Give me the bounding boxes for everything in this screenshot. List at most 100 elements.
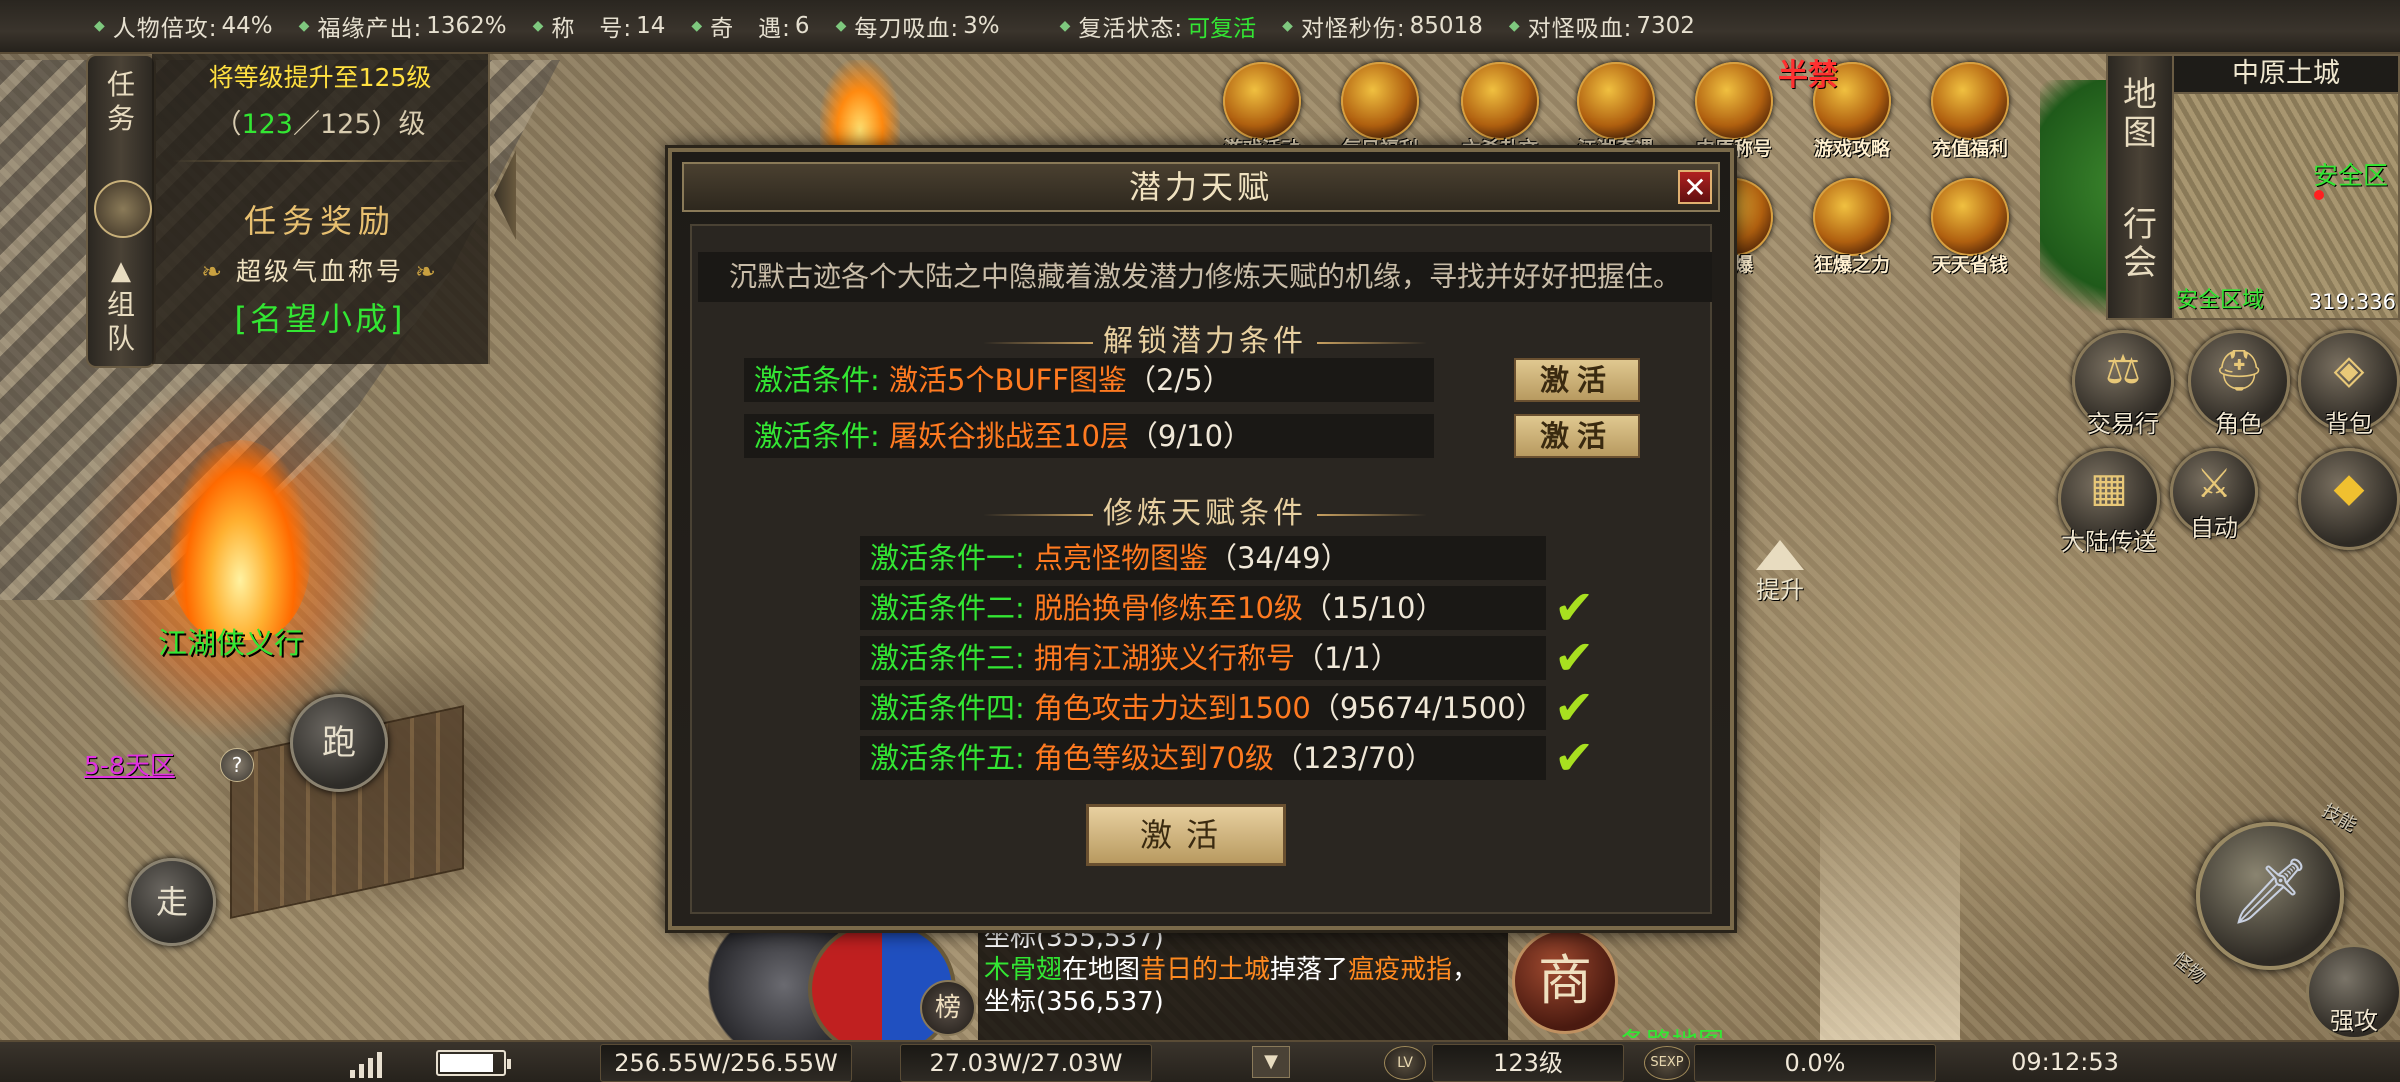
top-stat: ◆ 对怪吸血: 7302 [1509,9,1695,43]
strong-attack-button[interactable]: 强攻 [2306,944,2400,1040]
stat-value: 14 [636,13,666,39]
light-beam [1820,780,1960,1080]
hp-value: 256.55W/256.55W [600,1044,852,1082]
diamond-menu-icon: ◆ [2333,465,2365,511]
safe-zone-status: 安全区域 [2176,288,2265,313]
diamond-icon: ◆ [298,18,310,34]
activity-button[interactable]: 天天省钱 [1920,178,2020,288]
reward-title: 任务奖励 [243,202,396,240]
potential-talent-dialog: 潜力天赋 ✕ 沉默古迹各个大陆之中隐藏着激发潜力修炼天赋的机缘，寻找并好好把握住… [668,148,1734,930]
recharge-icon [1931,62,2009,140]
adventure-icon [1577,62,1655,140]
chevron-down-icon[interactable]: ▼ [1252,1046,1290,1078]
top-status-bar: ◆ 人物倍攻: 44% ◆ 福缘产出: 1362% ◆ 称 号: 14 ◆ 奇 遇: 6 ◆ 每刀吸血: 3… [0,0,2400,54]
trade-button[interactable]: ⚖ 交易行 [2072,330,2174,438]
stat-key: 每刀吸血: [854,16,960,42]
auto-button[interactable]: ⚔ 自动 [2170,448,2258,542]
run-button[interactable]: 跑 [290,694,388,792]
top-stat: ◆ 每刀吸血: 3% [836,9,1000,43]
diamond-icon: ◆ [532,18,544,34]
battery-icon [436,1050,511,1076]
stat-value: 1362% [426,13,507,39]
player-level: 123级 [1432,1044,1624,1082]
cultivate-section-header: 修炼天赋条件 [672,488,1738,532]
top-stat: ◆ 复活状态: 可复活 [1060,9,1257,43]
help-icon[interactable]: ? [220,748,254,782]
player-coordinates: 319:336 [2308,290,2396,314]
diamond-icon: ◆ [94,18,105,34]
activity-button[interactable]: 狂爆之力 [1802,178,1902,288]
attack-button[interactable]: 🗡 [2196,822,2344,970]
quest-toggle-icon[interactable] [94,180,152,238]
diamond-icon: ◆ [1282,18,1293,34]
server-zone-link[interactable]: 5-8天区 [84,746,175,782]
stat-value: 7302 [1636,13,1695,39]
stat-value: 85018 [1409,13,1483,39]
stat-value: 可复活 [1187,16,1257,42]
activity-button[interactable]: 充值福利 [1920,62,2020,172]
top-stat: ◆ 称 号: 14 [533,9,666,43]
diamond-icon: ◆ [1508,18,1520,34]
walk-button[interactable]: 走 [128,858,216,946]
map-hint-text: 条路地图 [1620,1022,1724,1038]
minimap[interactable]: 安全区 安全区域 319:336 [2172,92,2400,320]
torch-fire [820,60,900,160]
quest-title: 将等级提升至125级 [208,63,432,92]
up-arrow-icon [1756,540,1804,570]
trade-icon: ⚖ [2105,347,2141,393]
map-tabs: 地 图 行 会 [2106,54,2174,320]
title-icon [1695,62,1773,140]
tab-team[interactable]: 组 队 [88,288,154,356]
close-icon[interactable]: ✕ [1678,170,1712,204]
chat-line: 坐标(356,537) [984,987,1164,1017]
signal-icon [350,1048,390,1078]
talent-condition-row: 激活条件三: 拥有江湖狭义行称号（1/1） [860,636,1546,680]
activate-condition-button[interactable]: 激活 [1514,358,1640,402]
team-icon: ▲ [111,256,131,286]
unlock-section-header: 解锁潜力条件 [672,316,1738,360]
top-stat: ◆ 福缘产出: 1362% [299,9,507,43]
reward-name: [名望小成] [234,300,406,338]
exp-percent: 0.0% [1694,1044,1936,1082]
upgrade-button[interactable]: 提升 [1740,540,1820,605]
tab-map[interactable]: 地 图 [2108,76,2172,152]
tab-guild[interactable]: 行 会 [2108,206,2172,282]
talent-condition-row: 激活条件五: 角色等级达到70级（123/70） [860,736,1546,780]
talent-condition-row: 激活条件二: 脱胎换骨修炼至10级（15/10） [860,586,1546,630]
ranking-button[interactable]: 榜 [920,980,976,1036]
unlock-condition-row: 激活条件: 屠妖谷挑战至10层（9/10） [744,414,1434,458]
shop-button[interactable]: 商 [1512,928,1618,1034]
daily-bonus-icon [1341,62,1419,140]
stat-value: 44% [221,13,273,39]
diamond-icon: ◆ [691,18,703,34]
quest-panel[interactable]: 将等级提升至125级 （123／125）级 任务奖励 ❧ 超级气血称号 ❧ [名… [152,54,490,364]
unlock-condition-row: 激活条件: 激活5个BUFF图鉴（2/5） [744,358,1434,402]
stat-key: 复活状态: [1078,16,1184,42]
top-stat: ◆ 奇 遇: 6 [691,9,809,43]
campfire [170,440,310,640]
chat-line: 木骨翅在地图昔日的土城掉落了瘟疫戒指， [984,955,1479,985]
activate-talent-button[interactable]: 激活 [1086,804,1286,866]
stat-key: 奇 遇: [710,16,791,42]
player-dot-icon [2314,190,2324,200]
stat-key: 对怪秒伤: [1300,16,1406,42]
menu-button[interactable]: ◆ [2298,448,2400,550]
role-button[interactable]: ⛑ 角色 [2188,330,2290,438]
rage-icon [1813,178,1891,256]
teleport-button[interactable]: ▦ 大陆传送 [2058,448,2160,556]
activate-condition-button[interactable]: 激活 [1514,414,1640,458]
tab-task[interactable]: 任 务 [88,68,154,136]
talent-condition-row: 激活条件一: 点亮怪物图鉴（34/49） [860,536,1546,580]
dialog-titlebar: 潜力天赋 ✕ [682,162,1720,212]
chat-log[interactable]: 坐标(355,537) 木骨翅在地图昔日的土城掉落了瘟疫戒指， 坐标(356,5… [978,918,1508,1040]
checkmark-icon: ✔ [1554,630,1595,686]
bag-button[interactable]: ◈ 背包 [2298,330,2400,438]
mp-value: 27.03W/27.03W [900,1044,1152,1082]
stat-value: 3% [963,13,1000,39]
exp-badge: SEXP [1644,1046,1690,1080]
top-stat: ◆ 人物倍攻: 44% [94,9,273,43]
map-scroll-icon: ▦ [2090,465,2128,511]
savings-icon [1931,178,2009,256]
npc-name-label[interactable]: 江湖侠义行 [158,620,303,662]
checkmark-icon: ✔ [1554,580,1595,636]
